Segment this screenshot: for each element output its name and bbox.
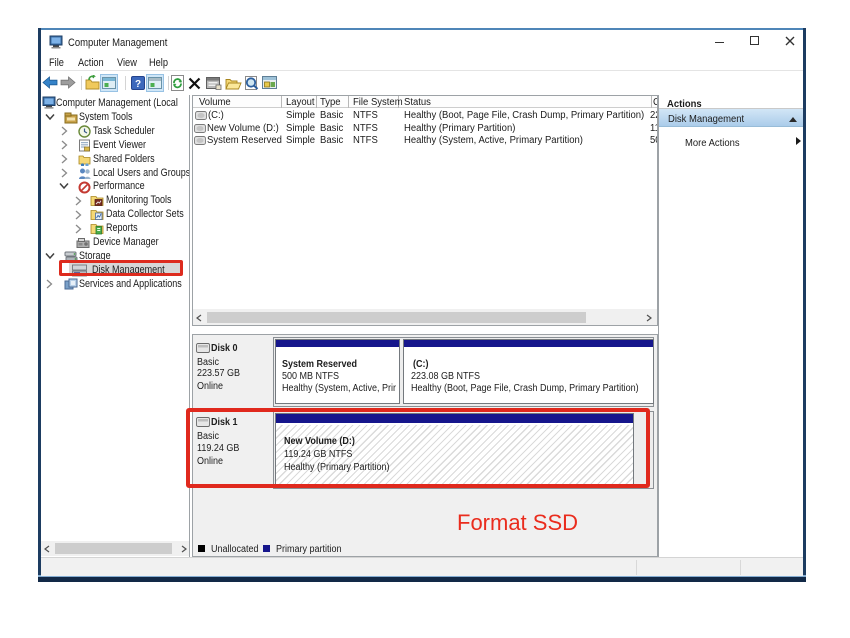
svg-text:?: ? <box>135 79 141 90</box>
